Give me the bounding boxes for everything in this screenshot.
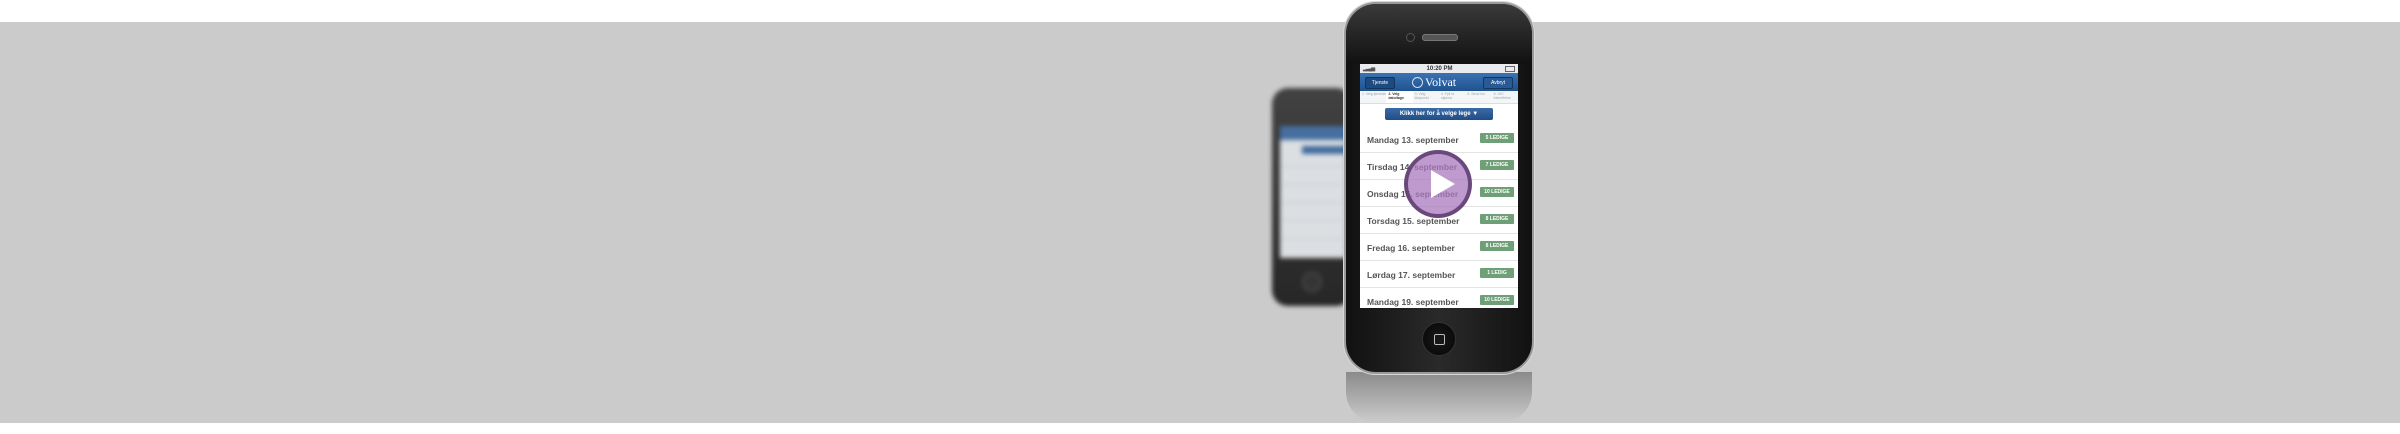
day-label: Mandag 13. september <box>1367 135 1459 145</box>
background-phone-row <box>1282 238 1342 239</box>
logo-text: Volvat <box>1425 75 1457 89</box>
availability-badge[interactable]: 10 LEDIGE <box>1480 187 1514 197</box>
availability-badge[interactable]: 8 LEDIGE <box>1480 214 1514 224</box>
availability-badge[interactable]: 8 LEDIGE <box>1480 241 1514 251</box>
phone-reflection <box>1346 372 1532 422</box>
home-button-square <box>1434 334 1445 345</box>
app-logo: Volvat <box>1412 75 1456 89</box>
availability-badge[interactable]: 1 LEDIG <box>1480 268 1514 278</box>
background-phone-row <box>1282 202 1342 203</box>
step-3: 3. Velg tidspunkt <box>1414 92 1429 100</box>
cancel-button[interactable]: Avbryt <box>1483 77 1513 89</box>
availability-badge[interactable]: 7 LEDIGE <box>1480 160 1514 170</box>
day-label: Mandag 19. september <box>1367 297 1459 307</box>
day-row[interactable]: Fredag 16. september 8 LEDIGE <box>1360 234 1518 261</box>
step-6: 6. OK/ bekreftelse <box>1493 92 1511 100</box>
availability-badge[interactable]: 5 LEDIGE <box>1480 133 1514 143</box>
play-triangle <box>1431 170 1455 198</box>
back-button[interactable]: Tjenste <box>1365 77 1395 89</box>
step-2: 2. Velg dato/tage <box>1386 91 1413 103</box>
day-label: Torsdag 15. september <box>1367 216 1460 226</box>
background-band <box>0 22 2400 423</box>
play-icon[interactable] <box>1404 150 1472 218</box>
background-phone-button <box>1302 146 1346 154</box>
status-time: 10:20 PM <box>1426 65 1453 72</box>
background-phone-screen <box>1280 126 1346 258</box>
background-phone-row <box>1282 184 1342 185</box>
background-phone-navbar <box>1280 126 1346 140</box>
front-camera-icon <box>1406 33 1415 42</box>
day-row[interactable]: Mandag 13. september 5 LEDIGE <box>1360 126 1518 153</box>
day-row[interactable]: Lørdag 17. september 1 LEDIG <box>1360 261 1518 288</box>
day-label: Lørdag 17. september <box>1367 270 1456 280</box>
background-phone-blurred <box>1272 88 1352 306</box>
step-4: 4. Fyll ut skjema <box>1440 92 1455 100</box>
background-phone-row <box>1282 220 1342 221</box>
background-phone-row <box>1282 166 1342 167</box>
home-button-icon[interactable] <box>1422 322 1456 356</box>
logo-mark-icon <box>1412 76 1423 88</box>
choose-doctor-button[interactable]: Klikk her for å velge lege ▼ <box>1385 108 1493 120</box>
battery-icon <box>1505 65 1515 72</box>
nav-bar: Tjenste Volvat Avbryt <box>1360 73 1518 91</box>
signal-icon: ▂▃▄▅ <box>1363 65 1375 72</box>
day-label: Fredag 16. september <box>1367 243 1455 253</box>
background-phone-home-button <box>1302 272 1322 292</box>
choose-doctor-section: Klikk her for å velge lege ▼ <box>1360 104 1518 126</box>
status-bar: ▂▃▄▅ 10:20 PM <box>1360 64 1518 73</box>
earpiece-speaker <box>1422 34 1458 41</box>
step-indicator: 1. Velg tjeneste 2. Velg dato/tage 3. Ve… <box>1360 91 1518 104</box>
availability-badge[interactable]: 10 LEDIGE <box>1480 295 1514 305</box>
step-5: 5. Send inn <box>1467 92 1486 96</box>
day-row[interactable]: Mandag 19. september 10 LEDIGE <box>1360 288 1518 308</box>
step-1: 1. Velg tjeneste <box>1362 92 1386 96</box>
